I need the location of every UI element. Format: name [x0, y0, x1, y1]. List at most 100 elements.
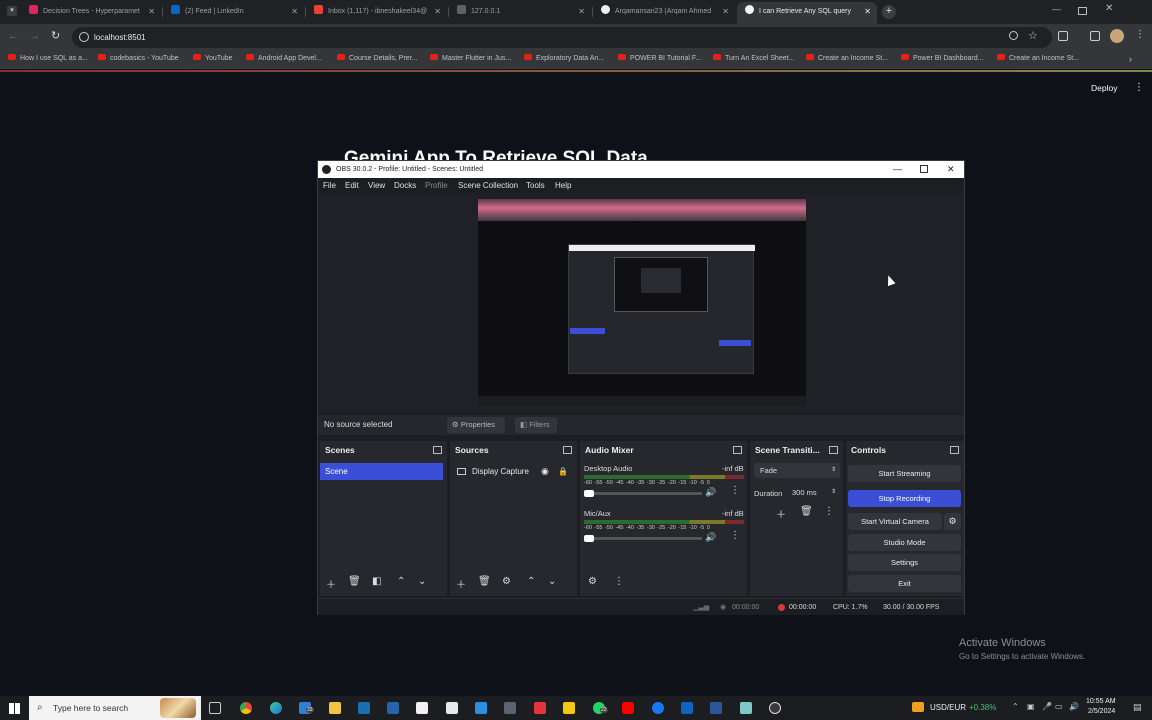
- volume-slider[interactable]: [584, 490, 702, 497]
- reload-icon[interactable]: ↻: [51, 29, 60, 42]
- linkedin-icon[interactable]: [681, 702, 693, 714]
- menu-tools[interactable]: Tools: [526, 181, 545, 190]
- add-transition-icon[interactable]: ＋: [776, 506, 786, 521]
- menu-file[interactable]: File: [323, 181, 336, 190]
- tab-decision-trees[interactable]: Decision Trees - Hyperparamet ✕: [21, 2, 161, 24]
- move-up-icon[interactable]: ⌃: [527, 576, 535, 587]
- whatsapp-icon[interactable]: 22: [593, 702, 608, 714]
- tab-close-icon[interactable]: ✕: [578, 2, 585, 22]
- anydesk-icon[interactable]: [534, 702, 546, 714]
- menu-view[interactable]: View: [368, 181, 385, 190]
- browser-menu-icon[interactable]: ⋮: [1135, 29, 1145, 40]
- more-bookmarks-icon[interactable]: ›: [1129, 54, 1132, 64]
- undock-icon[interactable]: [950, 446, 959, 454]
- deploy-button[interactable]: Deploy: [1091, 83, 1117, 93]
- tab-search-icon[interactable]: ▾: [7, 6, 17, 16]
- file-explorer-icon[interactable]: [329, 702, 341, 714]
- menu-docks[interactable]: Docks: [394, 181, 416, 190]
- add-source-icon[interactable]: ＋: [456, 576, 466, 591]
- bookmark-item[interactable]: Course Details, Prer...: [337, 54, 417, 62]
- channel-menu-icon[interactable]: ⋮: [730, 530, 740, 541]
- bookmark-star-icon[interactable]: ☆: [1028, 29, 1038, 42]
- side-panel-icon[interactable]: [1090, 31, 1100, 41]
- profile-avatar[interactable]: [1110, 29, 1124, 43]
- bookmark-item[interactable]: YouTube: [193, 54, 233, 62]
- remote-desktop-icon[interactable]: [387, 702, 399, 714]
- clock-time[interactable]: 10:55 AM: [1086, 698, 1116, 705]
- lock-icon[interactable]: 🔒: [558, 463, 568, 480]
- start-streaming-button[interactable]: Start Streaming: [848, 465, 961, 482]
- close-window-button[interactable]: ✕: [1105, 3, 1113, 14]
- remove-scene-icon[interactable]: 🗑: [348, 576, 361, 587]
- source-settings-icon[interactable]: ⚙: [502, 576, 511, 587]
- menu-profile[interactable]: Profile: [425, 181, 448, 190]
- move-up-icon[interactable]: ⌃: [397, 576, 405, 587]
- obs-preview-area[interactable]: [318, 194, 964, 412]
- tray-chevron-icon[interactable]: ⌃: [1012, 702, 1019, 711]
- undock-icon[interactable]: [733, 446, 742, 454]
- tab-github[interactable]: Arqamansari23 (Arqam Ahmed ✕: [593, 2, 735, 24]
- maximize-window-button[interactable]: [1078, 7, 1087, 15]
- menu-scene-collection[interactable]: Scene Collection: [458, 181, 518, 190]
- mail-icon[interactable]: 33: [299, 702, 314, 714]
- bookmark-item[interactable]: codebasics - YouTube: [98, 54, 179, 62]
- notifications-icon[interactable]: ▤: [1133, 702, 1142, 713]
- obs-icon[interactable]: [769, 702, 781, 714]
- tab-close-icon[interactable]: ✕: [722, 2, 729, 22]
- calculator-icon[interactable]: [416, 702, 428, 714]
- clock-date[interactable]: 2/5/2024: [1088, 708, 1115, 715]
- bookmark-item[interactable]: How I use SQL as a...: [8, 54, 88, 62]
- tab-localhost-ip[interactable]: 127.0.0.1 ✕: [449, 2, 591, 24]
- new-tab-button[interactable]: +: [882, 5, 896, 19]
- extensions-icon[interactable]: [1058, 31, 1068, 41]
- studio-mode-button[interactable]: Studio Mode: [848, 534, 961, 551]
- tab-linkedin[interactable]: (2) Feed | LinkedIn ✕: [163, 2, 304, 24]
- remove-source-icon[interactable]: 🗑: [478, 576, 491, 587]
- bookmark-item[interactable]: Turn An Excel Sheet...: [713, 54, 794, 62]
- visibility-eye-icon[interactable]: ◉: [541, 463, 549, 480]
- duration-input[interactable]: 300 ms ⇕: [788, 485, 840, 500]
- taskbar-search-box[interactable]: ⌕ Type here to search: [29, 696, 201, 720]
- address-bar[interactable]: localhost:8501: [72, 27, 1052, 48]
- undock-icon[interactable]: [563, 446, 572, 454]
- bookmark-item[interactable]: Create an Income St...: [806, 54, 888, 62]
- generic-app-icon[interactable]: [504, 702, 516, 714]
- zoom-icon[interactable]: [1009, 31, 1018, 40]
- bookmark-item[interactable]: Exploratory Data An...: [524, 54, 604, 62]
- start-virtual-camera-button[interactable]: Start Virtual Camera: [848, 513, 942, 530]
- bookmark-item[interactable]: POWER BI Tutorial F...: [618, 54, 701, 62]
- bookmark-item[interactable]: Android App Devel...: [246, 54, 322, 62]
- stop-recording-button[interactable]: Stop Recording: [848, 490, 961, 507]
- add-scene-icon[interactable]: ＋: [326, 576, 336, 591]
- volume-slider[interactable]: [584, 535, 702, 542]
- steam-icon[interactable]: [358, 702, 370, 714]
- move-down-icon[interactable]: ⌄: [548, 576, 556, 587]
- stepper-arrows-icon[interactable]: ⇕: [831, 485, 836, 500]
- tab-close-icon[interactable]: ✕: [434, 2, 441, 22]
- tab-close-icon[interactable]: ✕: [291, 2, 298, 22]
- menu-help[interactable]: Help: [555, 181, 571, 190]
- tray-app-icon[interactable]: ▣: [1027, 702, 1035, 711]
- obs-close-button[interactable]: ✕: [947, 161, 955, 178]
- notepad-icon[interactable]: [446, 702, 458, 714]
- volume-slider-handle[interactable]: [584, 490, 594, 497]
- tab-close-icon[interactable]: ✕: [864, 2, 871, 22]
- virtual-camera-settings-icon[interactable]: ⚙: [944, 513, 961, 530]
- move-down-icon[interactable]: ⌄: [418, 576, 426, 587]
- power-bi-icon[interactable]: [563, 702, 575, 714]
- speaker-icon[interactable]: 🔊: [705, 532, 716, 543]
- chrome-icon[interactable]: [240, 702, 252, 714]
- app-menu-icon[interactable]: ⋮: [1134, 82, 1144, 93]
- filters-button[interactable]: ◧ Filters: [515, 417, 557, 433]
- back-icon[interactable]: ←: [8, 30, 19, 42]
- windows-start-icon[interactable]: [9, 703, 20, 714]
- bookmark-item[interactable]: Power BI Dashboard...: [901, 54, 983, 62]
- microphone-icon[interactable]: 🎤: [1042, 702, 1052, 711]
- source-item[interactable]: Display Capture ◉ 🔒: [450, 463, 575, 480]
- task-view-icon[interactable]: [209, 702, 221, 714]
- mixer-menu-icon[interactable]: ⋮: [614, 576, 624, 587]
- channel-menu-icon[interactable]: ⋮: [730, 485, 740, 496]
- transition-menu-icon[interactable]: ⋮: [824, 506, 834, 517]
- settings-button[interactable]: Settings: [848, 554, 961, 571]
- remove-transition-icon[interactable]: 🗑: [800, 506, 813, 517]
